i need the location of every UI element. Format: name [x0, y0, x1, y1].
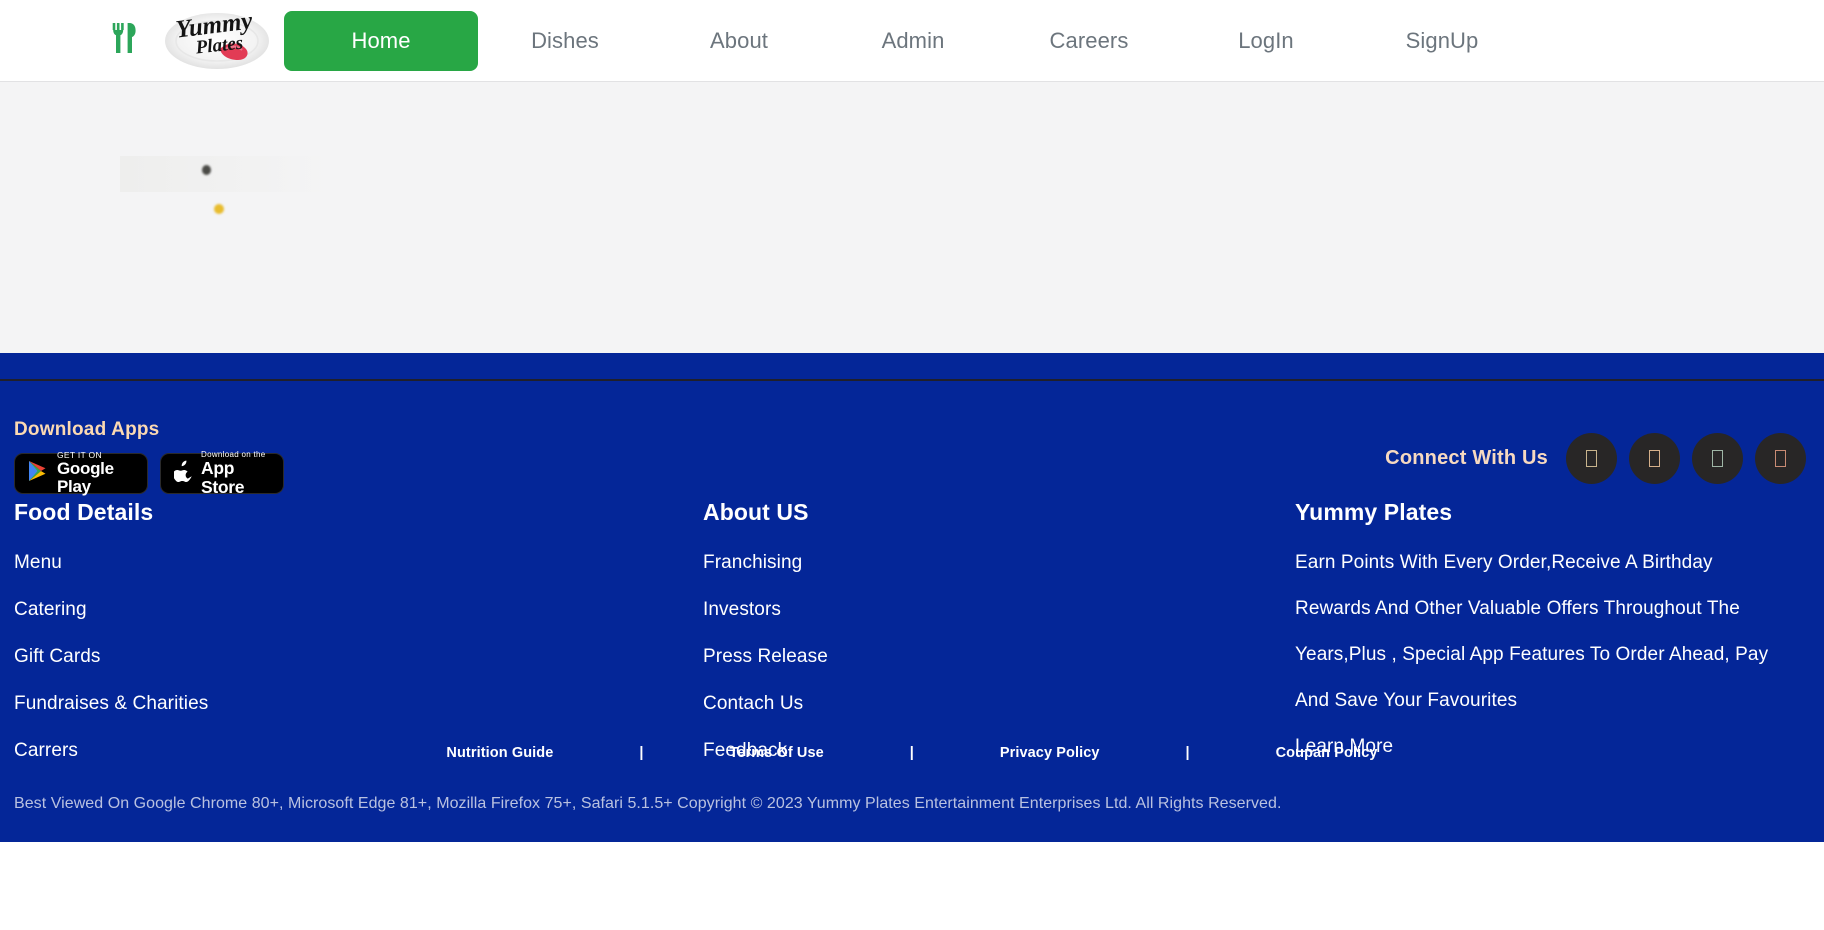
fork-knife-icon	[112, 21, 138, 60]
column-heading: Food Details	[14, 499, 154, 525]
nav-item-dishes[interactable]: Dishes	[478, 28, 652, 54]
download-apps-section: Download Apps GET IT ON Google Play Down…	[14, 419, 284, 497]
google-play-badge[interactable]: GET IT ON Google Play	[14, 451, 148, 495]
connect-with-us-section: Connect With Us	[1385, 433, 1806, 484]
footer-link-catering[interactable]: Catering	[14, 599, 689, 621]
footer-promo-line-3: Years,Plus , Special App Features To Ord…	[1295, 644, 1769, 665]
google-play-icon	[28, 460, 48, 487]
policy-separator: |	[909, 745, 914, 761]
footer-link-menu[interactable]: Menu	[14, 552, 689, 574]
footer-link-press-release[interactable]: Press Release	[703, 646, 1281, 668]
footer-link-franchising[interactable]: Franchising	[703, 552, 1281, 574]
apple-icon	[173, 460, 192, 487]
content-placeholder-haze	[120, 156, 330, 192]
footer-divider	[0, 379, 1824, 381]
missing-glyph-icon	[1712, 450, 1723, 467]
missing-glyph-icon	[1649, 450, 1660, 467]
yummy-plates-logo: Yummy Plates	[158, 7, 276, 74]
google-play-big-text: Google Play	[57, 459, 114, 496]
nav-links: Home Dishes About Admin Careers LogIn Si…	[276, 10, 1824, 71]
footer-link-contach-us[interactable]: Contach Us	[703, 693, 1281, 715]
app-store-label: Download on the App Store	[201, 450, 270, 497]
nav-item-careers[interactable]: Careers	[1000, 28, 1178, 54]
footer-link-investors[interactable]: Investors	[703, 599, 1281, 621]
store-badges: GET IT ON Google Play Download on the Ap…	[14, 450, 284, 497]
nav-item-admin[interactable]: Admin	[826, 28, 1000, 54]
footer-column-food-details: Food Details Menu Catering Gift Cards Fu…	[0, 499, 689, 787]
policy-separator: |	[639, 745, 644, 761]
missing-glyph-icon	[1775, 450, 1786, 467]
content-artifact-dot-yellow	[214, 204, 224, 214]
policy-link-privacy-policy[interactable]: Privacy Policy	[1000, 745, 1100, 761]
app-store-big-text: App Store	[201, 458, 245, 497]
nav-item-about[interactable]: About	[652, 28, 826, 54]
social-icon-1[interactable]	[1566, 433, 1617, 484]
policy-link-coupan-policy[interactable]: Coupan Policy	[1276, 745, 1378, 761]
nav-item-login[interactable]: LogIn	[1178, 28, 1354, 54]
connect-with-us-label: Connect With Us	[1385, 447, 1548, 469]
policy-link-terms-of-use[interactable]: Terms Of Use	[729, 745, 823, 761]
brand-block[interactable]: Yummy Plates	[0, 7, 276, 74]
social-icon-2[interactable]	[1629, 433, 1680, 484]
policy-links-row: Nutrition Guide | Terms Of Use | Privacy…	[0, 745, 1824, 761]
policy-link-nutrition-guide[interactable]: Nutrition Guide	[446, 745, 553, 761]
column-heading: Yummy Plates	[1295, 499, 1453, 525]
nav-item-home[interactable]: Home	[284, 10, 478, 71]
content-artifact-dot-dark	[202, 165, 211, 175]
download-apps-title: Download Apps	[14, 419, 160, 440]
footer-columns: Food Details Menu Catering Gift Cards Fu…	[0, 499, 1824, 787]
footer-column-about-us: About US Franchising Investors Press Rel…	[689, 499, 1281, 787]
footer-promo-line-1: Earn Points With Every Order,Receive A B…	[1295, 552, 1713, 573]
footer-link-gift-cards[interactable]: Gift Cards	[14, 646, 689, 668]
policy-separator: |	[1185, 745, 1190, 761]
top-navbar: Yummy Plates Home Dishes About Admin Car…	[0, 0, 1824, 82]
footer-link-fundraises-charities[interactable]: Fundraises & Charities	[14, 693, 689, 715]
copyright-text: Best Viewed On Google Chrome 80+, Micros…	[14, 794, 1282, 812]
missing-glyph-icon	[1586, 450, 1597, 467]
social-icon-3[interactable]	[1692, 433, 1743, 484]
column-heading: About US	[703, 499, 809, 525]
nav-item-signup[interactable]: SignUp	[1354, 28, 1530, 54]
app-store-badge[interactable]: Download on the App Store	[160, 450, 284, 497]
copyright-bar: Best Viewed On Google Chrome 80+, Micros…	[0, 765, 1824, 842]
google-play-label: GET IT ON Google Play	[57, 451, 134, 495]
social-icon-4[interactable]	[1755, 433, 1806, 484]
footer-promo-line-4: And Save Your Favourites	[1295, 690, 1518, 711]
main-content-area	[0, 82, 1824, 353]
site-footer: Download Apps GET IT ON Google Play Down…	[0, 353, 1824, 842]
footer-promo-line-2: Rewards And Other Valuable Offers Throug…	[1295, 598, 1740, 619]
footer-column-yummy-plates: Yummy Plates Earn Points With Every Orde…	[1281, 499, 1804, 787]
